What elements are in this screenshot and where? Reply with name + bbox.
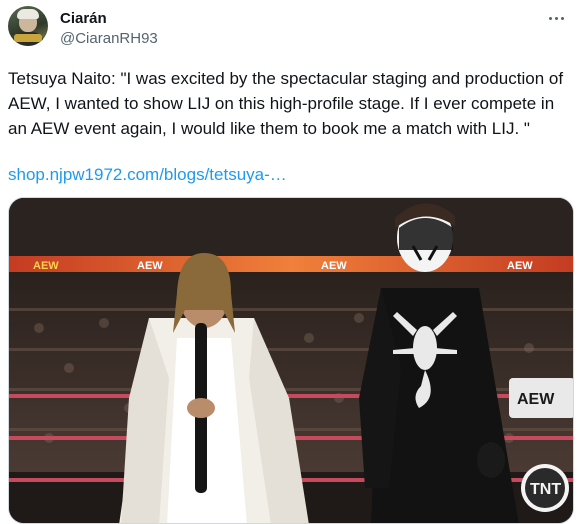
avatar-hair xyxy=(17,9,39,19)
avatar[interactable] xyxy=(8,6,48,46)
more-dot xyxy=(560,16,564,20)
tweet-header: Ciarán @CiaranRH93 xyxy=(8,6,570,50)
led-banner-text: AEW xyxy=(137,260,163,272)
more-dot xyxy=(554,16,558,20)
more-options-button[interactable] xyxy=(544,8,568,28)
glove xyxy=(477,442,505,478)
led-banner-text: AEW xyxy=(33,260,59,272)
arena-photo: AEW AEW AEW AEW AEW TNT xyxy=(9,198,573,523)
author-display-name[interactable]: Ciarán xyxy=(60,10,107,27)
led-banner-text: AEW xyxy=(321,260,347,272)
turnbuckle-text: AEW xyxy=(517,391,555,408)
more-horizontal-icon xyxy=(548,16,552,20)
tnt-logo-text: TNT xyxy=(530,481,561,498)
avatar-belt xyxy=(14,34,42,42)
led-board xyxy=(9,256,573,272)
tweet-media-photo[interactable]: AEW AEW AEW AEW AEW TNT xyxy=(8,197,574,524)
tweet-link[interactable]: shop.njpw1972.com/blogs/tetsuya-… xyxy=(8,162,287,187)
tweet-text: Tetsuya Naito: "I was excited by the spe… xyxy=(8,69,567,138)
led-banner-text: AEW xyxy=(507,260,533,272)
author-handle[interactable]: @CiaranRH93 xyxy=(60,30,158,47)
tnt-logo: TNT xyxy=(521,464,569,512)
